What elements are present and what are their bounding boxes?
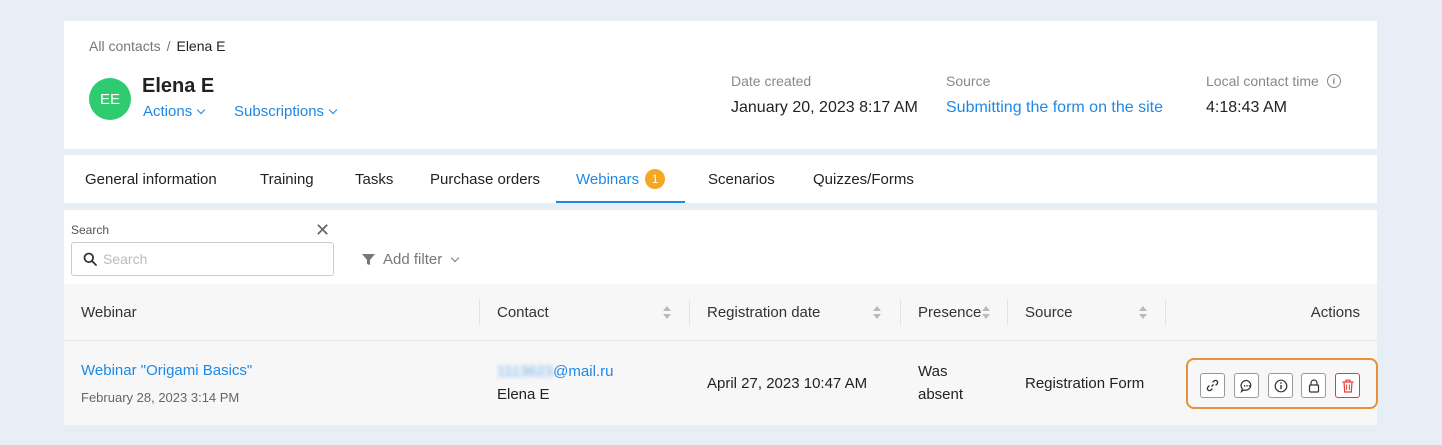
presence-cell-line1: Was bbox=[918, 363, 948, 380]
details-button[interactable] bbox=[1268, 373, 1293, 398]
presence-cell-line2: absent bbox=[918, 386, 964, 403]
subscriptions-dropdown[interactable]: Subscriptions bbox=[234, 103, 338, 120]
breadcrumb-all-contacts[interactable]: All contacts bbox=[89, 38, 161, 54]
tab-general-information[interactable]: General information bbox=[65, 155, 237, 203]
tab-tasks[interactable]: Tasks bbox=[335, 155, 413, 203]
contact-name: Elena E bbox=[142, 75, 215, 97]
tabs-bar: General information Training Tasks Purch… bbox=[64, 155, 1377, 203]
column-divider bbox=[900, 300, 901, 325]
subscriptions-dropdown-label: Subscriptions bbox=[234, 103, 325, 120]
lock-icon bbox=[1308, 378, 1319, 393]
local-time-value: 4:18:43 AM bbox=[1206, 99, 1287, 116]
tab-webinars[interactable]: Webinars 1 bbox=[556, 155, 686, 203]
sort-icon[interactable] bbox=[873, 306, 881, 319]
source-link[interactable]: Submitting the form on the site bbox=[946, 99, 1163, 117]
lock-button[interactable] bbox=[1301, 373, 1326, 398]
contact-email-domain: @mail.ru bbox=[553, 363, 614, 380]
date-created-label: Date created bbox=[731, 73, 812, 89]
column-divider bbox=[1007, 300, 1008, 325]
sort-icon[interactable] bbox=[1139, 306, 1147, 319]
row-actions-group bbox=[1186, 358, 1378, 409]
local-time-label: Local contact time bbox=[1206, 73, 1319, 89]
tab-quizzes-forms[interactable]: Quizzes/Forms bbox=[793, 155, 934, 203]
column-divider bbox=[1165, 300, 1166, 325]
tab-purchase-orders[interactable]: Purchase orders bbox=[410, 155, 560, 203]
column-header-source[interactable]: Source bbox=[1025, 284, 1073, 341]
chat-icon bbox=[1239, 379, 1251, 393]
tab-webinars-label: Webinars bbox=[576, 171, 640, 188]
breadcrumb: All contacts / Elena E bbox=[89, 38, 226, 54]
chevron-down-icon bbox=[328, 105, 338, 114]
column-divider bbox=[689, 300, 690, 325]
chevron-down-icon bbox=[450, 253, 460, 262]
table-row: Webinar "Origami Basics" February 28, 20… bbox=[64, 341, 1378, 425]
info-icon bbox=[1274, 379, 1287, 392]
contact-name-cell: Elena E bbox=[497, 386, 550, 403]
search-icon bbox=[83, 252, 97, 266]
actions-dropdown[interactable]: Actions bbox=[143, 103, 206, 120]
search-field[interactable] bbox=[71, 242, 334, 276]
sort-icon[interactable] bbox=[663, 306, 671, 319]
column-header-registration-date[interactable]: Registration date bbox=[707, 284, 820, 341]
comment-button[interactable] bbox=[1234, 373, 1259, 398]
actions-dropdown-label: Actions bbox=[143, 103, 193, 120]
contact-email-link[interactable]: 1113623@mail.ru bbox=[497, 363, 613, 380]
source-cell: Registration Form bbox=[1025, 375, 1145, 392]
webinars-panel: Search ✕ Add filter Webinar Contact Regi… bbox=[64, 210, 1378, 425]
meta-local-time: Local contact time i 4:18:43 AM bbox=[1206, 73, 1341, 117]
tab-scenarios[interactable]: Scenarios bbox=[688, 155, 795, 203]
source-label: Source bbox=[946, 73, 991, 89]
date-created-value: January 20, 2023 8:17 AM bbox=[731, 99, 918, 116]
trash-icon bbox=[1342, 379, 1353, 393]
column-header-presence[interactable]: Presence bbox=[918, 284, 981, 341]
table-header: Webinar Contact Registration date Presen… bbox=[64, 284, 1377, 341]
search-input[interactable] bbox=[103, 251, 323, 267]
meta-date-created: Date created January 20, 2023 8:17 AM bbox=[731, 73, 918, 117]
column-header-webinar: Webinar bbox=[81, 304, 137, 321]
webinars-count-badge: 1 bbox=[645, 169, 666, 189]
add-filter-button[interactable]: Add filter bbox=[362, 251, 460, 268]
meta-source: Source Submitting the form on the site bbox=[946, 73, 1163, 117]
delete-button[interactable] bbox=[1335, 373, 1360, 398]
add-filter-label: Add filter bbox=[383, 251, 443, 268]
column-header-contact[interactable]: Contact bbox=[497, 284, 549, 341]
link-icon bbox=[1206, 379, 1219, 392]
search-label: Search bbox=[71, 223, 110, 237]
local-time-label-row: Local contact time i bbox=[1206, 73, 1341, 89]
webinar-date: February 28, 2023 3:14 PM bbox=[81, 390, 240, 405]
contact-header: All contacts / Elena E EE Elena E Actions … bbox=[64, 21, 1377, 149]
filter-icon bbox=[362, 254, 375, 265]
breadcrumb-separator: / bbox=[166, 38, 171, 54]
tab-training[interactable]: Training bbox=[240, 155, 334, 203]
info-icon[interactable]: i bbox=[1326, 74, 1341, 88]
registration-date-cell: April 27, 2023 10:47 AM bbox=[707, 375, 868, 392]
sort-icon[interactable] bbox=[982, 306, 990, 319]
close-icon[interactable]: ✕ bbox=[315, 221, 330, 239]
avatar: EE bbox=[89, 78, 131, 120]
webinar-link[interactable]: Webinar "Origami Basics" bbox=[81, 362, 252, 379]
column-header-actions: Actions bbox=[1310, 304, 1360, 321]
contact-email-hidden: 1113623 bbox=[497, 363, 554, 380]
copy-link-button[interactable] bbox=[1200, 373, 1225, 398]
breadcrumb-current: Elena E bbox=[176, 38, 226, 54]
chevron-down-icon bbox=[196, 105, 206, 114]
column-divider bbox=[479, 300, 480, 325]
